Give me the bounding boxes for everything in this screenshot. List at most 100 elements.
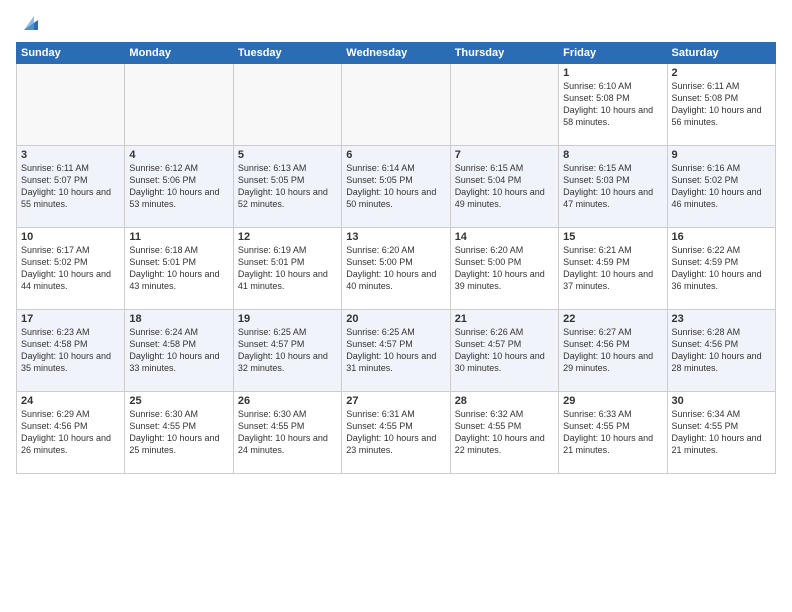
day-info: Sunrise: 6:26 AM Sunset: 4:57 PM Dayligh… xyxy=(455,326,554,375)
calendar-week-4: 17Sunrise: 6:23 AM Sunset: 4:58 PM Dayli… xyxy=(17,310,776,392)
table-row: 22Sunrise: 6:27 AM Sunset: 4:56 PM Dayli… xyxy=(559,310,667,392)
day-info: Sunrise: 6:15 AM Sunset: 5:03 PM Dayligh… xyxy=(563,162,662,211)
table-row: 25Sunrise: 6:30 AM Sunset: 4:55 PM Dayli… xyxy=(125,392,233,474)
day-number: 10 xyxy=(21,231,120,243)
table-row: 14Sunrise: 6:20 AM Sunset: 5:00 PM Dayli… xyxy=(450,228,558,310)
day-number: 25 xyxy=(129,395,228,407)
day-info: Sunrise: 6:23 AM Sunset: 4:58 PM Dayligh… xyxy=(21,326,120,375)
logo xyxy=(16,12,42,34)
day-info: Sunrise: 6:22 AM Sunset: 4:59 PM Dayligh… xyxy=(672,244,771,293)
table-row: 3Sunrise: 6:11 AM Sunset: 5:07 PM Daylig… xyxy=(17,146,125,228)
day-number: 14 xyxy=(455,231,554,243)
table-row: 18Sunrise: 6:24 AM Sunset: 4:58 PM Dayli… xyxy=(125,310,233,392)
calendar-header-friday: Friday xyxy=(559,43,667,64)
table-row: 12Sunrise: 6:19 AM Sunset: 5:01 PM Dayli… xyxy=(233,228,341,310)
table-row: 16Sunrise: 6:22 AM Sunset: 4:59 PM Dayli… xyxy=(667,228,775,310)
day-info: Sunrise: 6:21 AM Sunset: 4:59 PM Dayligh… xyxy=(563,244,662,293)
day-info: Sunrise: 6:11 AM Sunset: 5:07 PM Dayligh… xyxy=(21,162,120,211)
table-row xyxy=(125,64,233,146)
day-info: Sunrise: 6:24 AM Sunset: 4:58 PM Dayligh… xyxy=(129,326,228,375)
day-number: 1 xyxy=(563,67,662,79)
calendar-table: SundayMondayTuesdayWednesdayThursdayFrid… xyxy=(16,42,776,474)
calendar-header-monday: Monday xyxy=(125,43,233,64)
day-number: 13 xyxy=(346,231,445,243)
day-number: 16 xyxy=(672,231,771,243)
day-number: 17 xyxy=(21,313,120,325)
day-number: 30 xyxy=(672,395,771,407)
day-number: 15 xyxy=(563,231,662,243)
day-number: 2 xyxy=(672,67,771,79)
day-number: 29 xyxy=(563,395,662,407)
table-row: 27Sunrise: 6:31 AM Sunset: 4:55 PM Dayli… xyxy=(342,392,450,474)
logo-icon xyxy=(20,12,42,34)
table-row: 13Sunrise: 6:20 AM Sunset: 5:00 PM Dayli… xyxy=(342,228,450,310)
day-info: Sunrise: 6:17 AM Sunset: 5:02 PM Dayligh… xyxy=(21,244,120,293)
day-number: 3 xyxy=(21,149,120,161)
table-row: 1Sunrise: 6:10 AM Sunset: 5:08 PM Daylig… xyxy=(559,64,667,146)
table-row: 9Sunrise: 6:16 AM Sunset: 5:02 PM Daylig… xyxy=(667,146,775,228)
day-info: Sunrise: 6:15 AM Sunset: 5:04 PM Dayligh… xyxy=(455,162,554,211)
day-number: 8 xyxy=(563,149,662,161)
table-row: 7Sunrise: 6:15 AM Sunset: 5:04 PM Daylig… xyxy=(450,146,558,228)
day-info: Sunrise: 6:32 AM Sunset: 4:55 PM Dayligh… xyxy=(455,408,554,457)
day-number: 24 xyxy=(21,395,120,407)
calendar-week-1: 1Sunrise: 6:10 AM Sunset: 5:08 PM Daylig… xyxy=(17,64,776,146)
calendar-week-3: 10Sunrise: 6:17 AM Sunset: 5:02 PM Dayli… xyxy=(17,228,776,310)
table-row xyxy=(233,64,341,146)
day-info: Sunrise: 6:33 AM Sunset: 4:55 PM Dayligh… xyxy=(563,408,662,457)
day-info: Sunrise: 6:16 AM Sunset: 5:02 PM Dayligh… xyxy=(672,162,771,211)
day-number: 9 xyxy=(672,149,771,161)
day-info: Sunrise: 6:30 AM Sunset: 4:55 PM Dayligh… xyxy=(238,408,337,457)
day-info: Sunrise: 6:18 AM Sunset: 5:01 PM Dayligh… xyxy=(129,244,228,293)
day-number: 5 xyxy=(238,149,337,161)
table-row: 17Sunrise: 6:23 AM Sunset: 4:58 PM Dayli… xyxy=(17,310,125,392)
calendar-header-wednesday: Wednesday xyxy=(342,43,450,64)
page-container: SundayMondayTuesdayWednesdayThursdayFrid… xyxy=(0,0,792,612)
day-info: Sunrise: 6:12 AM Sunset: 5:06 PM Dayligh… xyxy=(129,162,228,211)
table-row: 8Sunrise: 6:15 AM Sunset: 5:03 PM Daylig… xyxy=(559,146,667,228)
day-number: 28 xyxy=(455,395,554,407)
table-row: 24Sunrise: 6:29 AM Sunset: 4:56 PM Dayli… xyxy=(17,392,125,474)
day-info: Sunrise: 6:25 AM Sunset: 4:57 PM Dayligh… xyxy=(238,326,337,375)
day-number: 12 xyxy=(238,231,337,243)
day-number: 18 xyxy=(129,313,228,325)
table-row xyxy=(450,64,558,146)
table-row: 10Sunrise: 6:17 AM Sunset: 5:02 PM Dayli… xyxy=(17,228,125,310)
day-info: Sunrise: 6:10 AM Sunset: 5:08 PM Dayligh… xyxy=(563,80,662,129)
table-row: 6Sunrise: 6:14 AM Sunset: 5:05 PM Daylig… xyxy=(342,146,450,228)
day-info: Sunrise: 6:31 AM Sunset: 4:55 PM Dayligh… xyxy=(346,408,445,457)
day-info: Sunrise: 6:29 AM Sunset: 4:56 PM Dayligh… xyxy=(21,408,120,457)
table-row: 30Sunrise: 6:34 AM Sunset: 4:55 PM Dayli… xyxy=(667,392,775,474)
table-row: 2Sunrise: 6:11 AM Sunset: 5:08 PM Daylig… xyxy=(667,64,775,146)
calendar-header-row: SundayMondayTuesdayWednesdayThursdayFrid… xyxy=(17,43,776,64)
day-info: Sunrise: 6:30 AM Sunset: 4:55 PM Dayligh… xyxy=(129,408,228,457)
calendar-week-2: 3Sunrise: 6:11 AM Sunset: 5:07 PM Daylig… xyxy=(17,146,776,228)
day-number: 27 xyxy=(346,395,445,407)
table-row: 4Sunrise: 6:12 AM Sunset: 5:06 PM Daylig… xyxy=(125,146,233,228)
table-row xyxy=(17,64,125,146)
table-row: 15Sunrise: 6:21 AM Sunset: 4:59 PM Dayli… xyxy=(559,228,667,310)
day-info: Sunrise: 6:19 AM Sunset: 5:01 PM Dayligh… xyxy=(238,244,337,293)
table-row: 20Sunrise: 6:25 AM Sunset: 4:57 PM Dayli… xyxy=(342,310,450,392)
table-row xyxy=(342,64,450,146)
calendar-header-sunday: Sunday xyxy=(17,43,125,64)
day-number: 22 xyxy=(563,313,662,325)
day-info: Sunrise: 6:20 AM Sunset: 5:00 PM Dayligh… xyxy=(346,244,445,293)
day-info: Sunrise: 6:11 AM Sunset: 5:08 PM Dayligh… xyxy=(672,80,771,129)
day-number: 4 xyxy=(129,149,228,161)
day-info: Sunrise: 6:27 AM Sunset: 4:56 PM Dayligh… xyxy=(563,326,662,375)
calendar-week-5: 24Sunrise: 6:29 AM Sunset: 4:56 PM Dayli… xyxy=(17,392,776,474)
day-info: Sunrise: 6:25 AM Sunset: 4:57 PM Dayligh… xyxy=(346,326,445,375)
day-number: 11 xyxy=(129,231,228,243)
day-number: 7 xyxy=(455,149,554,161)
page-header xyxy=(16,12,776,34)
table-row: 29Sunrise: 6:33 AM Sunset: 4:55 PM Dayli… xyxy=(559,392,667,474)
calendar-header-saturday: Saturday xyxy=(667,43,775,64)
table-row: 28Sunrise: 6:32 AM Sunset: 4:55 PM Dayli… xyxy=(450,392,558,474)
table-row: 11Sunrise: 6:18 AM Sunset: 5:01 PM Dayli… xyxy=(125,228,233,310)
day-info: Sunrise: 6:20 AM Sunset: 5:00 PM Dayligh… xyxy=(455,244,554,293)
calendar-header-thursday: Thursday xyxy=(450,43,558,64)
day-info: Sunrise: 6:28 AM Sunset: 4:56 PM Dayligh… xyxy=(672,326,771,375)
day-number: 23 xyxy=(672,313,771,325)
table-row: 19Sunrise: 6:25 AM Sunset: 4:57 PM Dayli… xyxy=(233,310,341,392)
